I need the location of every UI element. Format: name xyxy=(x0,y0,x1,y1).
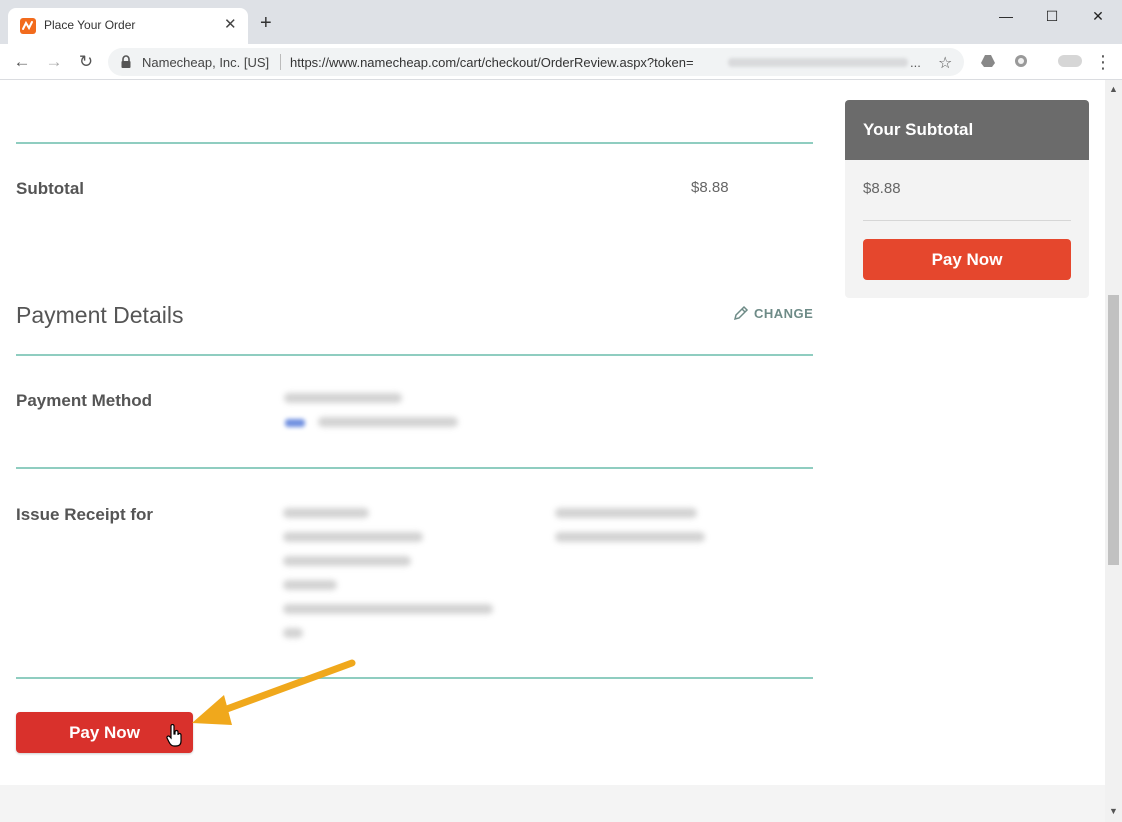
annotation-arrow-icon xyxy=(192,659,356,725)
bookmark-star-icon[interactable]: ☆ xyxy=(938,53,952,73)
url-ellipsis: ... xyxy=(910,55,921,70)
reload-icon[interactable]: ↻ xyxy=(74,50,98,74)
redacted-receipt-city xyxy=(283,604,493,614)
browser-toolbar: ← → ↻ Namecheap, Inc. [US] https://www.n… xyxy=(0,44,1122,80)
namecheap-favicon-icon xyxy=(20,18,36,34)
address-bar[interactable]: Namecheap, Inc. [US] https://www.nameche… xyxy=(108,48,964,76)
redacted-receipt-suite xyxy=(283,580,337,590)
redacted-cardholder-name xyxy=(284,393,402,403)
page-footer xyxy=(0,785,1105,822)
subtotal-panel: Your Subtotal $8.88 Pay Now xyxy=(845,100,1089,298)
window-close-icon[interactable]: ✕ xyxy=(1078,6,1118,26)
redacted-card-number xyxy=(318,417,458,427)
redacted-receipt-country xyxy=(283,628,303,638)
page-viewport: Subtotal $8.88 Payment Details CHANGE Pa… xyxy=(0,80,1105,822)
divider xyxy=(16,677,813,679)
browser-menu-icon[interactable]: ⋮ xyxy=(1094,50,1112,74)
subtotal-panel-amount: $8.88 xyxy=(863,180,901,197)
extension-circle-icon[interactable] xyxy=(1013,53,1029,69)
divider xyxy=(16,142,813,144)
maximize-icon[interactable]: ☐ xyxy=(1032,6,1072,26)
minimize-icon[interactable]: — xyxy=(986,6,1026,26)
redacted-receipt-street xyxy=(283,556,411,566)
drive-extension-icon[interactable] xyxy=(980,53,996,69)
subtotal-label: Subtotal xyxy=(16,179,84,198)
forward-icon[interactable]: → xyxy=(42,50,66,74)
change-payment-link[interactable]: CHANGE xyxy=(733,305,813,321)
profile-avatar-icon[interactable] xyxy=(1058,53,1082,69)
scroll-down-icon[interactable]: ▼ xyxy=(1109,806,1118,816)
scroll-thumb[interactable] xyxy=(1108,295,1119,565)
new-tab-icon[interactable]: + xyxy=(260,13,272,33)
hand-cursor-icon xyxy=(166,724,182,747)
back-icon[interactable]: ← xyxy=(10,50,34,74)
redacted-receipt-phone xyxy=(555,508,697,518)
browser-tab[interactable]: Place Your Order ✕ xyxy=(8,8,248,44)
redacted-receipt-name xyxy=(283,508,369,518)
subtotal-value: $8.88 xyxy=(691,179,729,196)
redacted-receipt-email xyxy=(555,532,705,542)
payment-method-label: Payment Method xyxy=(16,391,153,410)
redacted-token xyxy=(728,58,908,67)
subtotal-panel-header: Your Subtotal xyxy=(845,100,1089,160)
page-scrollbar[interactable]: ▲ ▼ xyxy=(1105,80,1122,822)
browser-titlebar: Place Your Order ✕ + — ☐ ✕ xyxy=(0,0,1122,44)
subtotal-panel-divider xyxy=(863,220,1071,221)
payment-details-title: Payment Details xyxy=(16,302,184,328)
sidebar-pay-now-button[interactable]: Pay Now xyxy=(863,239,1071,280)
divider xyxy=(16,354,813,356)
subtotal-panel-title: Your Subtotal xyxy=(863,120,974,139)
pencil-icon xyxy=(733,305,749,321)
lock-icon xyxy=(120,55,132,69)
tab-title: Place Your Order xyxy=(44,18,136,32)
scroll-up-icon[interactable]: ▲ xyxy=(1109,84,1118,94)
divider xyxy=(16,467,813,469)
redacted-receipt-company xyxy=(283,532,423,542)
tab-close-icon[interactable]: ✕ xyxy=(224,16,237,34)
site-identity[interactable]: Namecheap, Inc. [US] xyxy=(142,55,269,70)
url-text[interactable]: https://www.namecheap.com/cart/checkout/… xyxy=(290,55,694,70)
change-label: CHANGE xyxy=(754,306,814,321)
card-brand-icon xyxy=(285,419,305,427)
address-separator xyxy=(280,54,281,70)
issue-receipt-label: Issue Receipt for xyxy=(16,505,153,524)
